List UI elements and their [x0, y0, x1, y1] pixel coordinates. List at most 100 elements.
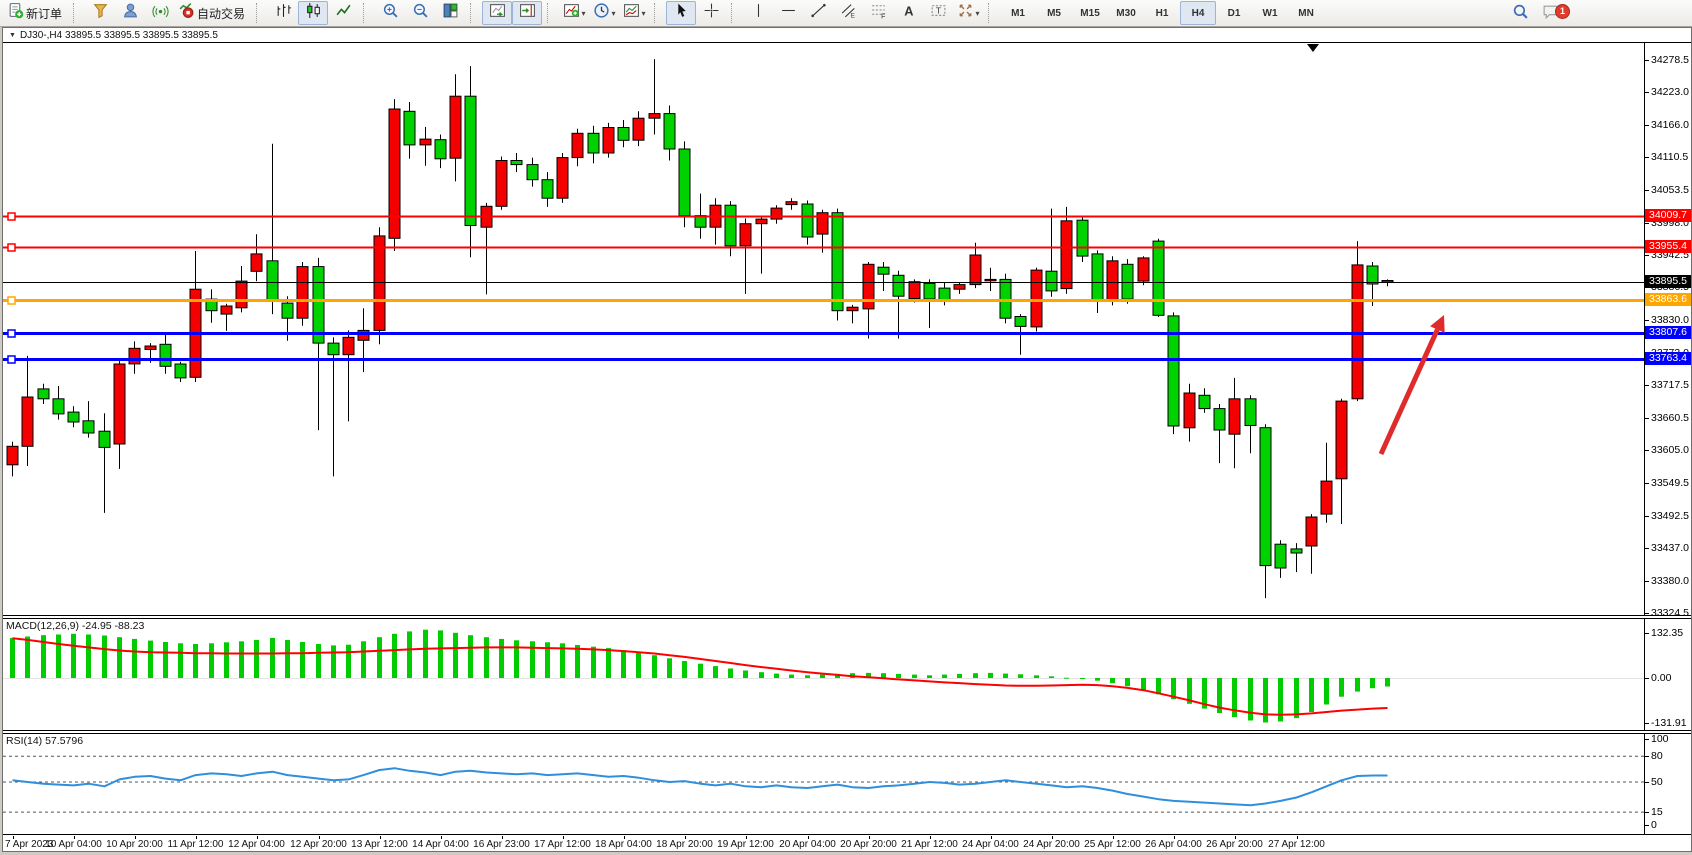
arrow-annotation[interactable]	[1381, 315, 1445, 454]
tile-windows-button[interactable]	[435, 1, 465, 25]
time-label: 13 Apr 12:00	[351, 839, 408, 850]
tf-m5-button[interactable]: M5	[1036, 1, 1072, 25]
channel-button[interactable]: E	[833, 1, 863, 25]
auto-scroll-icon	[489, 2, 506, 24]
toolbar-separator	[256, 3, 264, 23]
time-label: 20 Apr 20:00	[840, 839, 897, 850]
macd-plot[interactable]: MACD(12,26,9) -24.95 -88.23	[3, 619, 1645, 730]
tf-m15-button-label: M15	[1080, 8, 1099, 19]
axis-tick: 34053.5	[1645, 184, 1689, 196]
horizontal-line-33807.6[interactable]	[3, 330, 1644, 337]
zoom-in-button[interactable]	[375, 1, 405, 25]
rsi-plot[interactable]: RSI(14) 57.5796	[3, 734, 1645, 834]
chevron-down-icon[interactable]: ▾	[642, 9, 646, 18]
toolbar-right-icons: 1	[1505, 0, 1565, 27]
axis-tick: 0	[1645, 819, 1657, 831]
collapse-triangle-icon[interactable]: ▼	[9, 32, 16, 39]
fibonacci-button[interactable]: F	[863, 1, 893, 25]
chart-shift-button[interactable]	[512, 1, 542, 25]
tf-m15-button[interactable]: M15	[1072, 1, 1108, 25]
hline-icon	[780, 2, 797, 24]
tf-h1-button-label: H1	[1156, 8, 1169, 19]
time-label: 25 Apr 12:00	[1084, 839, 1141, 850]
horizontal-line-33763.4[interactable]	[3, 356, 1644, 363]
label-button[interactable]: T	[923, 1, 953, 25]
axis-tick: 0.00	[1645, 672, 1671, 684]
time-label: 18 Apr 20:00	[656, 839, 713, 850]
fibonacci-icon: F	[870, 2, 887, 24]
arrows-icon	[957, 2, 974, 24]
tf-w1-button[interactable]: W1	[1252, 1, 1288, 25]
template-icon	[623, 2, 640, 24]
new-order-button[interactable]: 新订单	[4, 1, 68, 25]
time-label: 10 Apr 04:00	[45, 839, 102, 850]
svg-text:T: T	[935, 6, 940, 16]
price-line-label: 33763.4	[1645, 352, 1691, 365]
axis-tick: 80	[1645, 750, 1663, 762]
cursor-button[interactable]	[666, 1, 696, 25]
time-label: 27 Apr 12:00	[1268, 839, 1325, 850]
arrows-button[interactable]: ▾	[953, 1, 983, 25]
main-chart-pane[interactable]: 34278.534223.034166.034110.534053.533998…	[3, 42, 1691, 616]
chart-shift-marker[interactable]	[1307, 44, 1319, 52]
macd-pane[interactable]: MACD(12,26,9) -24.95 -88.23 132.350.00-1…	[3, 618, 1691, 731]
channel-icon: E	[840, 2, 857, 24]
horizontal-line-33955.4[interactable]	[3, 244, 1644, 251]
vertical-line-button[interactable]	[743, 1, 773, 25]
horizontal-line-33863.6[interactable]	[3, 297, 1644, 304]
toolbar-separator	[988, 3, 996, 23]
candlesticks	[7, 59, 1393, 598]
search-icon	[1512, 3, 1529, 25]
tf-h4-button[interactable]: H4	[1180, 1, 1216, 25]
price-line-label: 33863.6	[1645, 293, 1691, 306]
indicators-icon	[563, 2, 580, 24]
cursor-icon	[673, 2, 690, 24]
axis-tick: 50	[1645, 776, 1663, 788]
text-icon: A	[900, 2, 917, 24]
periods-button[interactable]: ▾	[589, 1, 619, 25]
community-button[interactable]	[115, 1, 145, 25]
main-toolbar: 新订单 自动交易 ▾ ▾ ▾ E F A T ▾ M1M5 M15 M30 H1 H4D1W1MN	[0, 0, 1692, 27]
axis-tick: 33717.5	[1645, 379, 1689, 391]
text-button[interactable]: A	[893, 1, 923, 25]
chevron-down-icon[interactable]: ▾	[976, 9, 980, 18]
time-label: 11 Apr 12:00	[168, 839, 224, 850]
axis-tick: 33437.0	[1645, 542, 1689, 554]
axis-tick: -131.91	[1645, 717, 1687, 729]
svg-text:F: F	[881, 13, 885, 19]
chevron-down-icon[interactable]: ▾	[582, 9, 586, 18]
horizontal-line-button[interactable]	[773, 1, 803, 25]
search-button[interactable]	[1505, 2, 1535, 26]
toolbar-separator	[73, 3, 81, 23]
clock-icon	[593, 2, 610, 24]
signals-button[interactable]	[145, 1, 175, 25]
zoom-out-button[interactable]	[405, 1, 435, 25]
tf-d1-button[interactable]: D1	[1216, 1, 1252, 25]
rsi-pane[interactable]: RSI(14) 57.5796 1008050150	[3, 733, 1691, 835]
axis-tick: 33605.0	[1645, 444, 1689, 456]
price-axis: 34278.534223.034166.034110.534053.533998…	[1645, 43, 1691, 615]
line-chart-button[interactable]	[328, 1, 358, 25]
chevron-down-icon[interactable]: ▾	[612, 9, 616, 18]
time-label: 24 Apr 20:00	[1023, 839, 1080, 850]
templates-button[interactable]: ▾	[619, 1, 649, 25]
signal-icon	[152, 2, 169, 24]
candlestick-plot[interactable]	[3, 43, 1645, 615]
auto-scroll-button[interactable]	[482, 1, 512, 25]
indicators-button[interactable]: ▾	[559, 1, 589, 25]
price-line-label: 33895.5	[1645, 275, 1691, 288]
tf-m30-button[interactable]: M30	[1108, 1, 1144, 25]
crosshair-button[interactable]	[696, 1, 726, 25]
time-axis: 7 Apr 202310 Apr 04:0010 Apr 20:0011 Apr…	[3, 836, 1691, 851]
time-label: 12 Apr 20:00	[290, 839, 347, 850]
autotrade-button[interactable]: 自动交易	[175, 1, 251, 25]
axis-tick: 34278.5	[1645, 54, 1689, 66]
tf-mn-button[interactable]: MN	[1288, 1, 1324, 25]
profiles-button[interactable]	[85, 1, 115, 25]
tf-m1-button[interactable]: M1	[1000, 1, 1036, 25]
notifications-button[interactable]: 1	[1535, 2, 1565, 26]
candlestick-button[interactable]	[298, 1, 328, 25]
bar-chart-button[interactable]	[268, 1, 298, 25]
trendline-button[interactable]	[803, 1, 833, 25]
tf-h1-button[interactable]: H1	[1144, 1, 1180, 25]
